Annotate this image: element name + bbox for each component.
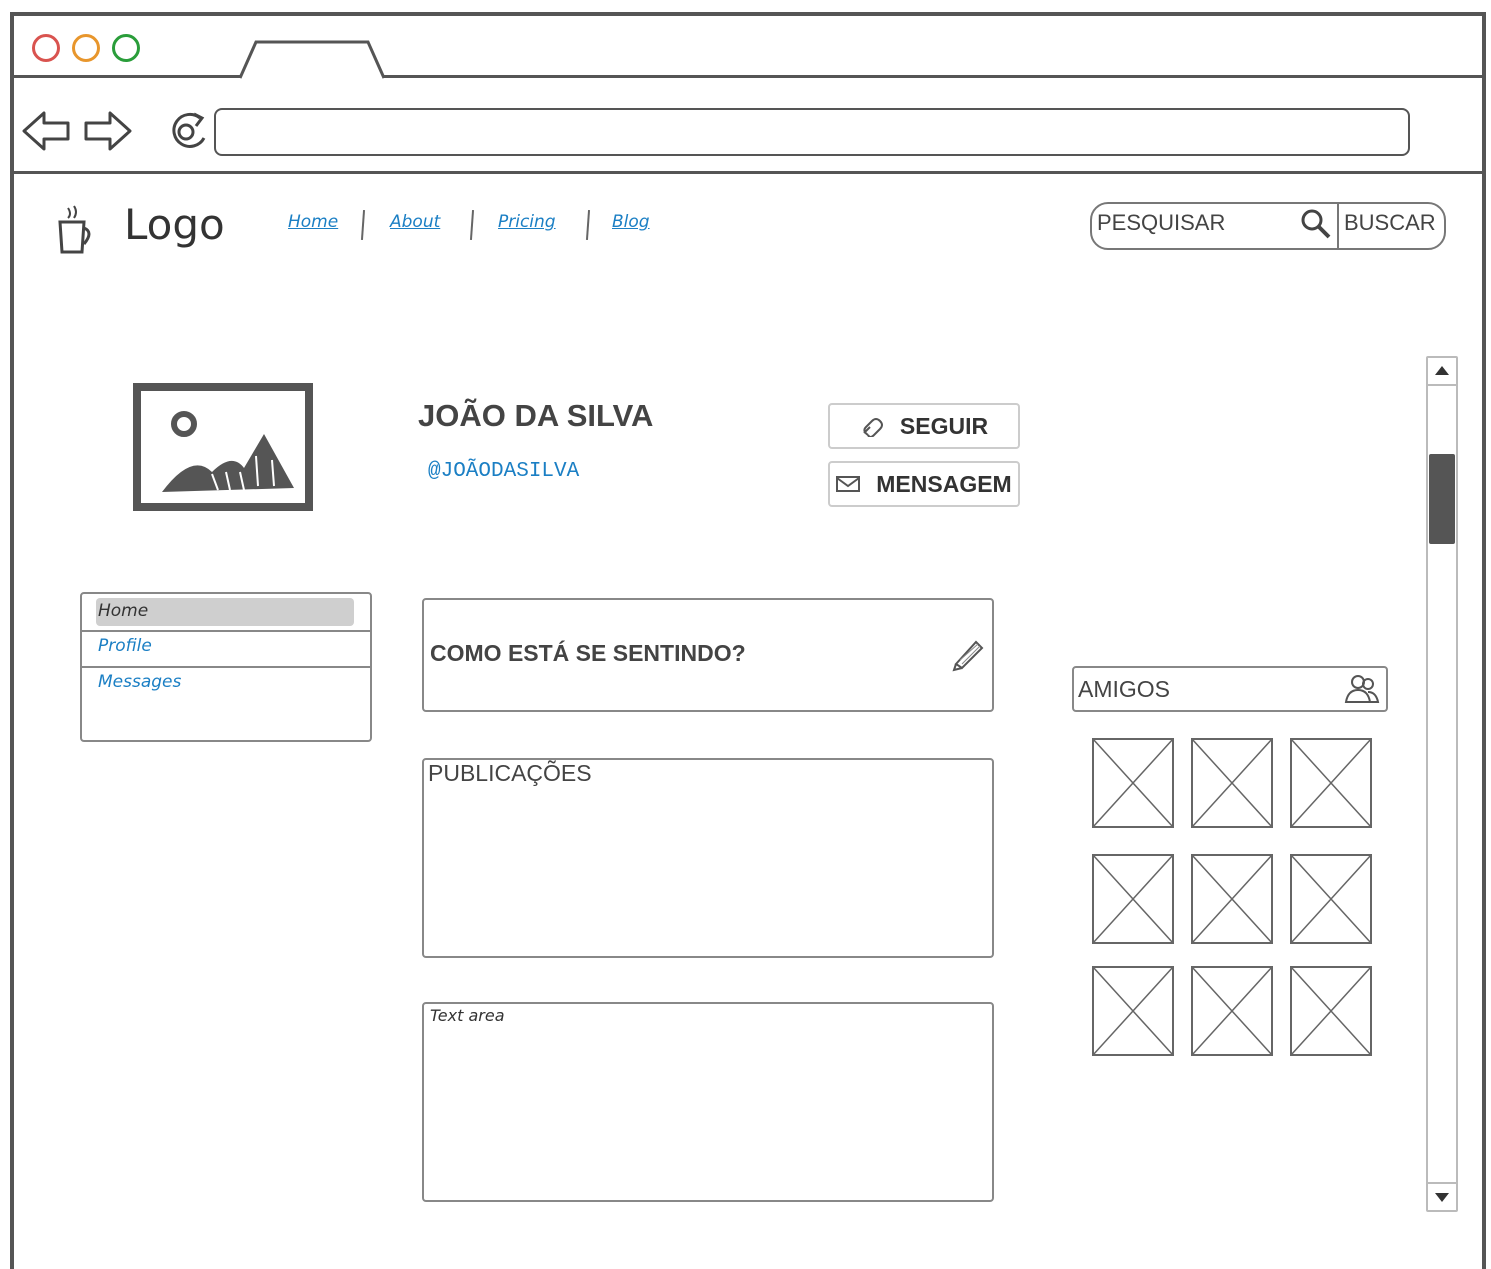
sidebar-divider — [82, 630, 370, 632]
forward-arrow-icon[interactable] — [82, 110, 132, 152]
coffee-cup-icon — [58, 205, 91, 254]
friend-avatar-placeholder[interactable] — [1092, 966, 1174, 1056]
back-arrow-icon[interactable] — [22, 110, 72, 152]
scroll-up-arrow-icon[interactable] — [1432, 362, 1452, 380]
post-textarea[interactable] — [422, 1002, 994, 1202]
friend-avatar-placeholder[interactable] — [1191, 966, 1273, 1056]
link-icon — [863, 418, 883, 437]
title-bar — [10, 12, 1486, 78]
scrollbar-thumb[interactable] — [1429, 454, 1455, 544]
sidebar-divider — [82, 666, 370, 668]
search-button[interactable]: BUSCAR — [1344, 210, 1436, 236]
friend-avatar-placeholder[interactable] — [1290, 854, 1372, 944]
friend-avatar-placeholder[interactable] — [1092, 738, 1174, 828]
profile-name: JOÃO DA SILVA — [418, 398, 654, 433]
message-button-label: MENSAGEM — [876, 470, 1012, 497]
logo-text: Logo — [124, 200, 225, 249]
search-divider — [1337, 204, 1339, 248]
posts-title: PUBLICAÇÕES — [428, 760, 592, 786]
maximize-window-button[interactable] — [112, 34, 140, 62]
users-icon[interactable] — [1344, 672, 1380, 706]
friend-avatar-placeholder[interactable] — [1290, 738, 1372, 828]
nav-home-link[interactable]: Home — [288, 212, 338, 232]
scroll-down-arrow-icon[interactable] — [1432, 1188, 1452, 1206]
reload-icon[interactable] — [164, 108, 210, 154]
sidebar-item-messages[interactable]: Messages — [98, 672, 181, 692]
nav-pricing-link[interactable]: Pricing — [498, 212, 556, 232]
browser-tab[interactable] — [238, 40, 388, 80]
pencil-icon[interactable] — [950, 634, 986, 672]
follow-button[interactable]: SEGUIR — [828, 403, 1020, 449]
friend-avatar-placeholder[interactable] — [1092, 854, 1174, 944]
friends-title: AMIGOS — [1078, 676, 1171, 702]
url-input[interactable] — [214, 108, 1410, 156]
friend-avatar-placeholder[interactable] — [1290, 966, 1372, 1056]
message-button[interactable]: MENSAGEM — [828, 461, 1020, 507]
search-icon[interactable] — [1300, 208, 1332, 240]
status-composer-placeholder: COMO ESTÁ SE SENTINDO? — [430, 640, 746, 666]
scrollbar-divider — [1428, 384, 1456, 386]
profile-handle[interactable]: @JOÃODASILVA — [428, 460, 579, 483]
friend-avatar-placeholder[interactable] — [1191, 738, 1273, 828]
scrollbar-divider — [1428, 1182, 1456, 1184]
nav-about-link[interactable]: About — [390, 212, 440, 232]
posts-panel — [422, 758, 994, 958]
search-input[interactable]: PESQUISAR — [1097, 210, 1225, 236]
minimize-window-button[interactable] — [72, 34, 100, 62]
profile-picture-image-icon — [133, 383, 313, 511]
follow-button-label: SEGUIR — [899, 412, 989, 439]
sidebar-item-profile[interactable]: Profile — [98, 636, 152, 656]
friend-avatar-placeholder[interactable] — [1191, 854, 1273, 944]
envelope-icon — [836, 476, 861, 492]
sidebar-item-label: Home — [98, 601, 149, 621]
close-window-button[interactable] — [32, 34, 60, 62]
textarea-placeholder: Text area — [430, 1006, 505, 1025]
nav-blog-link[interactable]: Blog — [612, 212, 650, 232]
